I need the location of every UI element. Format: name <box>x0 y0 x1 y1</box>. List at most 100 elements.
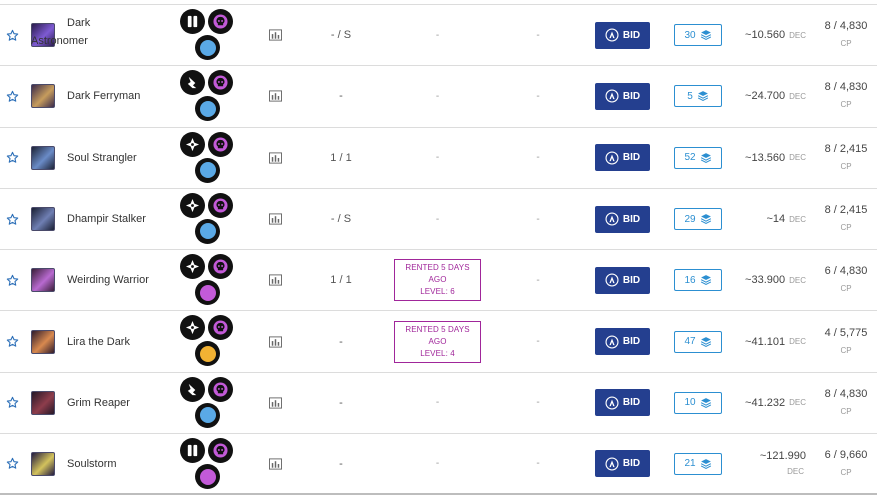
bid-button[interactable]: BID <box>595 205 650 233</box>
bid-button[interactable]: BID <box>595 450 650 478</box>
favorite-star-icon[interactable] <box>5 128 19 188</box>
bid-button[interactable]: BID <box>595 328 650 356</box>
quantity-button[interactable]: 52 <box>674 146 722 169</box>
card-thumbnail[interactable] <box>31 268 55 293</box>
price-history-chart-icon[interactable] <box>268 189 282 249</box>
level-info: - <box>312 66 370 126</box>
price-value: ~10.560 <box>745 29 786 42</box>
quantity-button[interactable]: 10 <box>674 391 722 414</box>
level-info-text: - <box>339 396 343 409</box>
card-name-text: Dark Ferryman <box>67 90 141 103</box>
price-history-chart-icon[interactable] <box>268 311 282 371</box>
level-info-text: - <box>339 90 343 103</box>
bid-button[interactable]: BID <box>595 144 650 172</box>
bid-cell: BID <box>595 250 650 310</box>
price-history-chart-icon[interactable] <box>268 66 282 126</box>
rented-badge-text: RENTED 5 DAYS AGO <box>405 324 470 346</box>
compass-icon <box>180 315 205 341</box>
bid-button[interactable]: BID <box>595 266 650 294</box>
card-thumbnail[interactable] <box>31 451 55 476</box>
bid-button-label: BID <box>622 152 641 164</box>
price-unit: DEC <box>789 153 806 163</box>
bid-button[interactable]: BID <box>595 21 650 49</box>
price-value: ~121.990 <box>759 449 806 462</box>
collection-power: 8 / 4,830 CP <box>818 373 874 433</box>
card-name[interactable]: Grim Reaper <box>67 373 172 433</box>
blue-dot-fill <box>199 407 216 424</box>
card-name[interactable]: Soul Strangler <box>67 128 172 188</box>
quantity-value: 29 <box>684 213 696 225</box>
purple-dot <box>195 464 220 490</box>
extra-info: - <box>530 250 546 310</box>
card-name[interactable]: Lira the Dark <box>67 311 172 371</box>
price-history-chart-icon[interactable] <box>268 434 282 493</box>
card-name[interactable]: Dhampir Stalker <box>67 189 172 249</box>
price-value: ~24.700 <box>745 90 786 103</box>
stack-icon <box>700 336 712 348</box>
favorite-star-icon[interactable] <box>5 189 19 249</box>
bid-button[interactable]: BID <box>595 82 650 110</box>
quantity-button[interactable]: 47 <box>674 330 722 353</box>
bid-cell: BID <box>595 128 650 188</box>
card-name-line2: Astronomer <box>31 35 88 47</box>
price-history-chart-icon[interactable] <box>268 5 282 65</box>
card-thumbnail[interactable] <box>31 329 55 354</box>
bid-icon <box>605 335 619 349</box>
quantity-cell: 47 <box>674 311 722 371</box>
card-listing-table: Dark Astronomer - / S - - BID 30 ~10.560 D… <box>0 4 877 495</box>
card-stats-icons <box>179 189 235 249</box>
bid-button[interactable]: BID <box>595 389 650 417</box>
stack-icon <box>700 213 712 225</box>
price-value: ~33.900 <box>745 274 786 287</box>
quantity-button[interactable]: 29 <box>674 208 722 231</box>
price-unit: DEC <box>789 398 806 408</box>
card-thumbnail[interactable] <box>31 84 55 109</box>
favorite-star-icon[interactable] <box>5 5 19 65</box>
card-stats-icons <box>179 434 235 493</box>
quantity-button[interactable]: 5 <box>674 85 722 108</box>
favorite-star-icon[interactable] <box>5 434 19 493</box>
price-history-chart-icon[interactable] <box>268 373 282 433</box>
extra-info-text: - <box>536 213 540 225</box>
rental-status: - <box>390 189 485 249</box>
card-name-text: Weirding Warrior <box>67 274 149 287</box>
stack-icon <box>700 397 712 409</box>
quantity-value: 30 <box>684 29 696 41</box>
rental-status-text: - <box>435 397 440 409</box>
card-thumbnail[interactable] <box>31 390 55 415</box>
favorite-star-icon[interactable] <box>5 66 19 126</box>
bid-icon <box>605 89 619 103</box>
card-name[interactable]: Dark Astronomer <box>31 14 172 50</box>
collection-power: 6 / 9,660 CP <box>818 434 874 493</box>
cp-unit: CP <box>840 345 852 355</box>
price-history-chart-icon[interactable] <box>268 250 282 310</box>
card-stats-icons <box>179 250 235 310</box>
card-name[interactable]: Weirding Warrior <box>67 250 172 310</box>
favorite-star-icon[interactable] <box>5 250 19 310</box>
card-name-text: Lira the Dark <box>67 335 130 348</box>
quantity-button[interactable]: 21 <box>674 452 722 475</box>
table-row: Soulstorm - - - BID 21 ~121.990 DEC 6 / 9… <box>0 434 877 495</box>
level-info-text: - / S <box>330 29 352 42</box>
price-value: ~41.232 <box>745 396 786 409</box>
price-value: ~41.101 <box>745 335 786 348</box>
rental-status: RENTED 5 DAYS AGO LEVEL: 6 <box>390 250 485 310</box>
price-history-chart-icon[interactable] <box>268 128 282 188</box>
level-info: - <box>312 434 370 493</box>
card-stats-icons <box>179 311 235 371</box>
quantity-button[interactable]: 30 <box>674 24 722 47</box>
extra-info: - <box>530 128 546 188</box>
card-name[interactable]: Dark Ferryman <box>67 66 172 126</box>
skull-icon <box>208 9 233 34</box>
blue-dot <box>195 157 220 183</box>
favorite-star-icon[interactable] <box>5 311 19 371</box>
quantity-button[interactable]: 16 <box>674 269 722 292</box>
card-thumbnail[interactable] <box>31 145 55 170</box>
bid-icon <box>605 273 619 287</box>
extra-info: - <box>530 189 546 249</box>
card-thumbnail[interactable] <box>31 207 55 232</box>
card-name[interactable]: Soulstorm <box>67 434 172 493</box>
favorite-star-icon[interactable] <box>5 373 19 433</box>
bid-button-label: BID <box>622 29 641 41</box>
bid-button-label: BID <box>622 458 641 470</box>
